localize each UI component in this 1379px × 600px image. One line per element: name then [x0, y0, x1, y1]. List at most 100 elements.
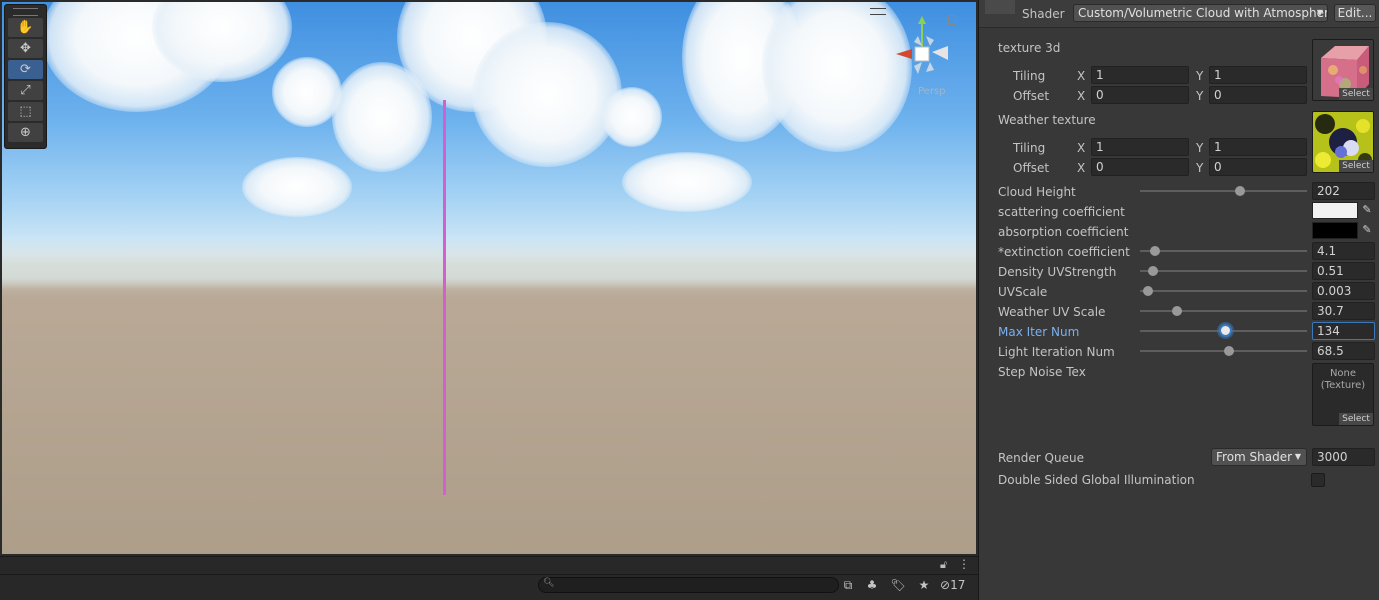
- scattering-label: scattering coefficient: [998, 205, 1125, 219]
- scattering-color-swatch[interactable]: [1312, 202, 1358, 219]
- max-iter-thumb[interactable]: [1218, 324, 1232, 337]
- inspector-panel: Shader Custom/Volumetric Cloud with Atmo…: [978, 0, 1379, 600]
- gizmo-menu-icon[interactable]: [870, 8, 886, 15]
- rotate-tool-icon[interactable]: ⟳: [8, 60, 43, 79]
- material-thumbnail: [985, 0, 1015, 14]
- hand-tool-icon[interactable]: ✋: [8, 18, 43, 37]
- weather-offset-label: Offset: [1013, 161, 1050, 175]
- kebab-menu-icon[interactable]: ⋮: [958, 557, 970, 571]
- weather-offset-y-field[interactable]: 0: [1209, 158, 1307, 176]
- edit-shader-button[interactable]: Edit...: [1334, 4, 1376, 22]
- tex3d-tiling-label: Tiling: [1013, 69, 1046, 83]
- gizmo-y-cone: [918, 16, 926, 24]
- rect-tool-icon[interactable]: ⬚: [8, 102, 43, 121]
- cloud-height-thumb[interactable]: [1235, 186, 1246, 196]
- cloud-height-slider[interactable]: [1140, 190, 1307, 192]
- weather-uv-slider[interactable]: [1140, 310, 1307, 312]
- scene-view[interactable]: [2, 2, 976, 554]
- axis-y-label: Y: [1196, 69, 1204, 83]
- gizmo-x-cone: [896, 49, 912, 59]
- light-iter-field[interactable]: 68.5: [1312, 342, 1375, 360]
- uvscale-slider[interactable]: [1140, 290, 1307, 292]
- axis-x-label: X: [1077, 161, 1086, 175]
- cloud: [242, 157, 352, 217]
- double-sided-gi-checkbox[interactable]: [1311, 473, 1325, 487]
- search-field[interactable]: 🔍︎: [538, 577, 839, 593]
- step-noise-label: Step Noise Tex: [998, 365, 1086, 379]
- material-header: Shader Custom/Volumetric Cloud with Atmo…: [979, 0, 1379, 28]
- eye-slash-icon: ⊘: [940, 578, 951, 592]
- scene-footer-bar: [0, 556, 978, 574]
- weather-tiling-x-field[interactable]: 1: [1091, 138, 1189, 156]
- extinction-field[interactable]: 4.1: [1312, 242, 1375, 260]
- search-input[interactable]: [555, 578, 835, 592]
- orientation-gizmo[interactable]: Persp: [890, 14, 966, 104]
- cloud-height-field[interactable]: 202: [1312, 182, 1375, 200]
- filter-by-label-icon[interactable]: 🏷︎: [890, 577, 906, 593]
- tex3d-tiling-y-field[interactable]: 1: [1209, 66, 1307, 84]
- render-queue-label: Render Queue: [998, 451, 1084, 465]
- texture3d-select-button[interactable]: Select: [1339, 88, 1373, 100]
- weather-offset-x-field[interactable]: 0: [1091, 158, 1189, 176]
- extinction-slider[interactable]: [1140, 250, 1307, 252]
- transform-tool-icon[interactable]: ⊕: [8, 123, 43, 142]
- absorption-color-swatch[interactable]: [1312, 222, 1358, 239]
- palette-grip[interactable]: [13, 8, 38, 16]
- extinction-thumb[interactable]: [1150, 246, 1161, 256]
- max-iter-field[interactable]: 134: [1312, 322, 1375, 340]
- scale-tool-icon[interactable]: ⤢: [8, 81, 43, 100]
- extinction-label: *extinction coefficient: [998, 245, 1130, 259]
- weather-texture-label: Weather texture: [998, 113, 1096, 127]
- weather-select-button[interactable]: Select: [1339, 160, 1373, 172]
- pink-line-object[interactable]: [443, 100, 446, 495]
- eyedropper-icon[interactable]: ✎: [1359, 202, 1375, 218]
- lock-icon[interactable]: 🔓︎: [940, 558, 947, 572]
- texture3d-slot[interactable]: Select: [1312, 39, 1374, 101]
- move-tool-icon[interactable]: ✥: [8, 39, 43, 58]
- shader-dropdown[interactable]: Custom/Volumetric Cloud with Atmosphere …: [1073, 4, 1328, 22]
- uvscale-thumb[interactable]: [1143, 286, 1154, 296]
- step-noise-slot[interactable]: None (Texture) Select: [1312, 363, 1374, 426]
- tex3d-offset-y-field[interactable]: 0: [1209, 86, 1307, 104]
- gizmo-neg-x-cone: [932, 46, 948, 60]
- gizmo-persp-label: Persp: [918, 86, 946, 97]
- tool-palette: ✋ ✥ ⟳ ⤢ ⬚ ⊕: [4, 4, 47, 149]
- density-slider[interactable]: [1140, 270, 1307, 272]
- cloud: [602, 87, 662, 147]
- light-iter-label: Light Iteration Num: [998, 345, 1115, 359]
- weather-texture-slot[interactable]: Select: [1312, 111, 1374, 173]
- tex3d-offset-x-field[interactable]: 0: [1091, 86, 1189, 104]
- render-queue-dropdown[interactable]: From Shader ▼: [1211, 448, 1307, 466]
- absorption-label: absorption coefficient: [998, 225, 1129, 239]
- weather-uv-thumb[interactable]: [1171, 306, 1182, 316]
- dropdown-arrow-icon: ▼: [1316, 8, 1323, 17]
- hidden-packages-count[interactable]: ⊘17: [940, 578, 965, 592]
- step-noise-none-text: None (Texture): [1313, 368, 1373, 392]
- cloud-height-label: Cloud Height: [998, 185, 1076, 199]
- weather-uv-field[interactable]: 30.7: [1312, 302, 1375, 320]
- light-iter-thumb[interactable]: [1223, 346, 1234, 356]
- render-queue-field[interactable]: 3000: [1312, 448, 1375, 466]
- density-thumb[interactable]: [1148, 266, 1159, 276]
- density-field[interactable]: 0.51: [1312, 262, 1375, 280]
- cloud: [472, 22, 622, 167]
- render-queue-mode: From Shader: [1216, 450, 1293, 464]
- weather-tiling-label: Tiling: [1013, 141, 1046, 155]
- cloud: [622, 152, 752, 212]
- density-label: Density UVStrength: [998, 265, 1117, 279]
- axis-x-label: X: [1077, 69, 1086, 83]
- tex3d-tiling-x-field[interactable]: 1: [1091, 66, 1189, 84]
- uvscale-field[interactable]: 0.003: [1312, 282, 1375, 300]
- favorites-star-icon[interactable]: ★: [916, 577, 932, 593]
- axis-y-label: Y: [1196, 89, 1204, 103]
- axis-x-label: X: [1077, 141, 1086, 155]
- editor-window: ✋ ✥ ⟳ ⤢ ⬚ ⊕ Persp 🔓︎ ⋮ 🔍︎ ⧉ ♣ 🏷︎ ★ ⊘17 S…: [0, 0, 1379, 600]
- horizon-haze: [2, 237, 976, 297]
- filter-by-type-icon[interactable]: ♣: [864, 577, 880, 593]
- search-by-type-icon[interactable]: ⧉: [840, 577, 856, 593]
- search-icon: 🔍︎: [543, 578, 555, 588]
- step-noise-select-button[interactable]: Select: [1339, 413, 1373, 425]
- weather-tiling-y-field[interactable]: 1: [1209, 138, 1307, 156]
- eyedropper-icon[interactable]: ✎: [1359, 222, 1375, 238]
- shader-value: Custom/Volumetric Cloud with Atmosphere: [1078, 6, 1328, 20]
